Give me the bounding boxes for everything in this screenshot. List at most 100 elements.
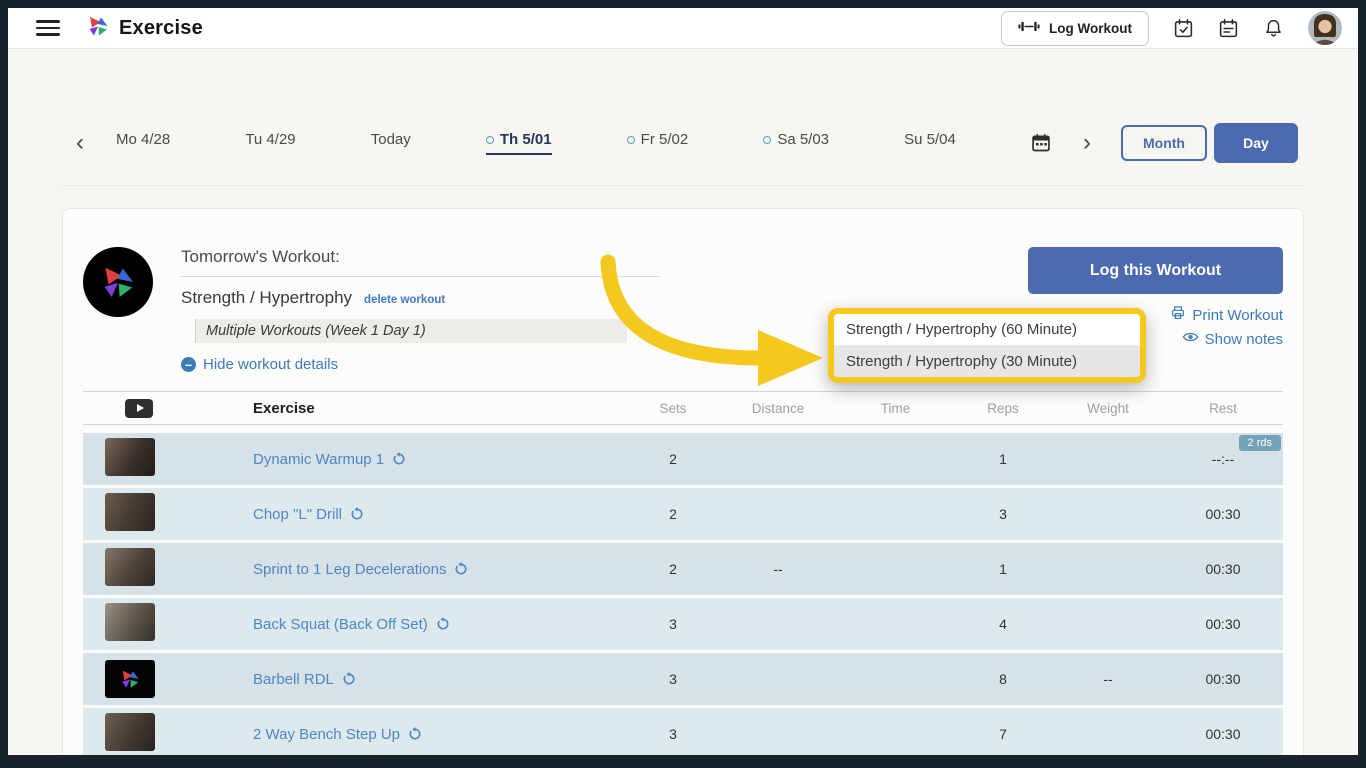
weight-value: -- [1103, 671, 1113, 687]
log-workout-button[interactable]: Log Workout [1001, 10, 1149, 46]
show-notes-label: Show notes [1204, 330, 1283, 348]
log-workout-label: Log Workout [1049, 20, 1132, 36]
col-header-exercise: Exercise [253, 399, 315, 417]
date-tab-fr-5-02[interactable]: Fr 5/02 [626, 131, 689, 155]
notifications-bell-icon[interactable] [1263, 18, 1284, 39]
workout-dot-icon [763, 135, 772, 144]
reps-value: 1 [999, 561, 1007, 577]
dropdown-option-30-minute[interactable]: Strength / Hypertrophy (30 Minute) [834, 346, 1140, 377]
sets-value: 3 [669, 726, 677, 742]
sets-value: 3 [669, 671, 677, 687]
reps-value: 7 [999, 726, 1007, 742]
exercise-link[interactable]: Dynamic Warmup 1 [253, 451, 384, 468]
date-label: Su 5/04 [904, 131, 956, 148]
date-tab-tu-4-29[interactable]: Tu 4/29 [245, 131, 295, 155]
day-view-button[interactable]: Day [1214, 123, 1298, 163]
printer-icon [1170, 305, 1186, 325]
date-label: Today [370, 131, 411, 148]
annotation-highlight-box: Strength / Hypertrophy (60 Minute) Stren… [828, 308, 1146, 383]
date-tab-su-5-04[interactable]: Su 5/04 [904, 131, 956, 155]
exercise-table: Exercise Sets Distance Time Reps Weight … [83, 391, 1283, 755]
exercise-link[interactable]: Chop "L" Drill [253, 506, 342, 523]
hide-workout-details-link[interactable]: – Hide workout details [181, 356, 659, 373]
workout-card: Tomorrow's Workout: Strength / Hypertrop… [62, 208, 1304, 755]
date-label: Fr 5/02 [640, 131, 689, 148]
reps-value: 1 [999, 451, 1007, 467]
date-navigation: ‹ Mo 4/28 Tu 4/29 Today Th 5/01 Fr 5/02 … [62, 49, 1304, 186]
sets-value: 2 [669, 451, 677, 467]
date-label: Tu 4/29 [245, 131, 296, 148]
workout-variant-dropdown: Strength / Hypertrophy (60 Minute) Stren… [834, 314, 1140, 377]
app-name: Exercise [119, 16, 203, 39]
sets-value: 3 [669, 616, 677, 632]
divider [181, 276, 659, 277]
history-icon[interactable] [342, 672, 356, 686]
exercise-link[interactable]: Sprint to 1 Leg Decelerations [253, 561, 446, 578]
calendar-check-icon[interactable] [1173, 18, 1194, 39]
user-avatar[interactable] [1308, 11, 1342, 45]
distance-value: -- [773, 561, 783, 577]
calendar-icon[interactable] [1218, 18, 1239, 39]
exercise-row: Back Squat (Back Off Set) 3 4 00:30 [83, 598, 1283, 650]
hamburger-menu-icon[interactable] [36, 20, 60, 36]
rest-value: 00:30 [1205, 506, 1241, 522]
exercise-row: Dynamic Warmup 1 2 1 --:-- [83, 433, 1283, 485]
dropdown-option-60-minute[interactable]: Strength / Hypertrophy (60 Minute) [834, 314, 1140, 346]
program-select[interactable]: Multiple Workouts (Week 1 Day 1) [195, 319, 627, 343]
history-icon[interactable] [350, 507, 364, 521]
next-week-chevron[interactable]: › [1079, 131, 1095, 155]
workout-name: Strength / Hypertrophy [181, 288, 353, 307]
date-tab-mo-4-28[interactable]: Mo 4/28 [116, 131, 170, 155]
reps-value: 8 [999, 671, 1007, 687]
reps-value: 4 [999, 616, 1007, 632]
exercise-link[interactable]: Back Squat (Back Off Set) [253, 616, 428, 633]
show-notes-link[interactable]: Show notes [1182, 330, 1283, 348]
app-logo-icon [86, 14, 110, 43]
date-tab-sa-5-03[interactable]: Sa 5/03 [763, 131, 829, 155]
exercise-thumbnail[interactable] [105, 492, 155, 531]
exercise-row: Chop "L" Drill 2 3 00:30 [83, 488, 1283, 540]
col-header-rest: Rest [1209, 400, 1237, 416]
table-header-row: Exercise Sets Distance Time Reps Weight … [83, 391, 1283, 425]
exercise-thumbnail[interactable] [105, 660, 155, 698]
history-icon[interactable] [392, 452, 406, 466]
exercise-row: Barbell RDL 3 8 -- 00:30 [83, 653, 1283, 705]
rest-value: --:-- [1211, 451, 1235, 467]
exercise-link[interactable]: Barbell RDL [253, 671, 334, 688]
date-picker-calendar-icon[interactable] [1031, 133, 1051, 153]
history-icon[interactable] [408, 727, 422, 741]
date-tab-today[interactable]: Today [371, 131, 411, 155]
col-header-sets: Sets [659, 400, 687, 416]
print-workout-link[interactable]: Print Workout [1170, 305, 1283, 325]
history-icon[interactable] [436, 617, 450, 631]
history-icon[interactable] [454, 562, 468, 576]
trainer-logo [83, 247, 153, 317]
rest-value: 00:30 [1205, 561, 1241, 577]
barbell-icon [1018, 19, 1040, 37]
date-label: Sa 5/03 [777, 131, 830, 148]
col-header-reps: Reps [987, 400, 1019, 416]
workout-card-title: Tomorrow's Workout: [181, 247, 340, 266]
rest-value: 00:30 [1205, 726, 1241, 742]
top-bar: Exercise Log Workout [8, 8, 1358, 49]
exercise-thumbnail[interactable] [105, 547, 155, 586]
col-header-time: Time [880, 400, 911, 416]
prev-week-chevron[interactable]: ‹ [72, 131, 88, 155]
app-brand[interactable]: Exercise [86, 14, 203, 43]
log-this-workout-button[interactable]: Log this Workout [1028, 247, 1283, 294]
month-view-button[interactable]: Month [1121, 125, 1207, 161]
exercise-thumbnail[interactable] [105, 602, 155, 641]
app-window: Exercise Log Workout ‹ Mo 4/28 Tu 4/29 T… [0, 0, 1366, 768]
date-tab-th-5-01[interactable]: Th 5/01 [485, 131, 552, 155]
eye-icon [1182, 330, 1199, 348]
exercise-row: 2 Way Bench Step Up 3 7 00:30 [83, 708, 1283, 755]
exercise-link[interactable]: 2 Way Bench Step Up [253, 726, 400, 743]
exercise-thumbnail[interactable] [105, 712, 155, 751]
rounds-badge: 2 rds [1238, 435, 1281, 451]
print-workout-label: Print Workout [1192, 306, 1283, 324]
date-label: Th 5/01 [499, 131, 552, 148]
delete-workout-link[interactable]: delete workout [364, 294, 445, 306]
exercise-thumbnail[interactable] [105, 437, 155, 476]
exercise-row: Sprint to 1 Leg Decelerations 2 -- 1 00:… [83, 543, 1283, 595]
col-header-distance: Distance [751, 400, 805, 416]
